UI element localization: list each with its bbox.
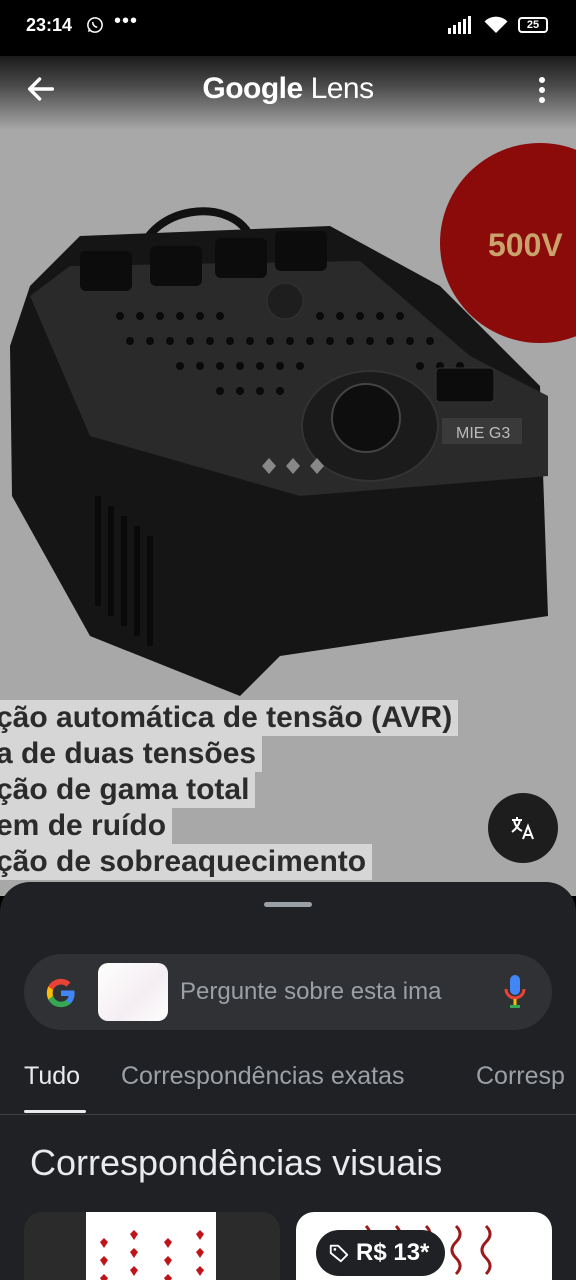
price-chip[interactable]: R$ 13* <box>316 1230 446 1276</box>
price-text: R$ 13* <box>356 1239 430 1266</box>
status-time: 23:14 <box>26 15 73 35</box>
google-logo-icon <box>46 978 75 1008</box>
section-title: Correspondências visuais <box>30 1142 443 1183</box>
translate-icon <box>511 817 534 840</box>
image-preview[interactable]: 500V MIE G3 Google Lens ção automática d… <box>0 56 576 896</box>
overlay-line[interactable]: a de duas tensões <box>0 736 263 772</box>
overlay-line[interactable]: ção de sobreaquecimento <box>0 844 373 880</box>
search-bar[interactable]: Pergunte sobre esta ima <box>24 954 552 1030</box>
title-product: Lens <box>310 72 375 105</box>
results-tabs: Tudo Correspondências exatas Corresp <box>0 1062 576 1115</box>
status-indicators: 25 <box>448 16 548 34</box>
wifi-icon <box>484 16 508 33</box>
overlay-line[interactable]: ção de gama total <box>0 772 256 808</box>
tab-all[interactable]: Tudo <box>24 1062 80 1091</box>
price-tag-icon <box>329 1244 349 1263</box>
more-notifications-icon: ••• <box>114 10 139 32</box>
battery-icon: 25 <box>518 17 548 33</box>
lens-topbar: Google Lens <box>0 56 576 130</box>
search-input[interactable]: Pergunte sobre esta ima <box>180 978 476 1006</box>
image-thumbnail[interactable] <box>98 963 168 1021</box>
results-sheet[interactable]: Pergunte sobre esta ima Tudo Correspondê… <box>0 882 576 1280</box>
badge-text: 500V <box>488 227 563 263</box>
sheet-drag-handle[interactable] <box>264 902 312 907</box>
visual-match-image[interactable] <box>86 1212 216 1280</box>
whatsapp-icon <box>87 17 103 33</box>
more-options-icon[interactable] <box>532 74 552 106</box>
microphone-icon[interactable] <box>504 974 526 1010</box>
active-tab-indicator <box>24 1110 86 1113</box>
visual-match-card[interactable] <box>24 1212 280 1280</box>
image-overlay-text: ção automática de tensão (AVR) a de duas… <box>0 700 576 880</box>
pattern-image <box>100 1230 204 1280</box>
overlay-line[interactable]: em de ruído <box>0 808 173 844</box>
overlay-line[interactable]: ção automática de tensão (AVR) <box>0 700 459 736</box>
app-title: Google Lens <box>0 72 576 106</box>
tab-exact-matches[interactable]: Correspondências exatas <box>121 1062 405 1091</box>
tab-similar-matches[interactable]: Corresp <box>476 1062 565 1091</box>
status-bar: 23:14 ••• 25 <box>0 0 576 56</box>
product-label: MIE G3 <box>456 425 510 442</box>
signal-icon <box>448 16 471 34</box>
translate-button[interactable] <box>488 793 558 863</box>
title-brand: Google <box>202 72 303 105</box>
